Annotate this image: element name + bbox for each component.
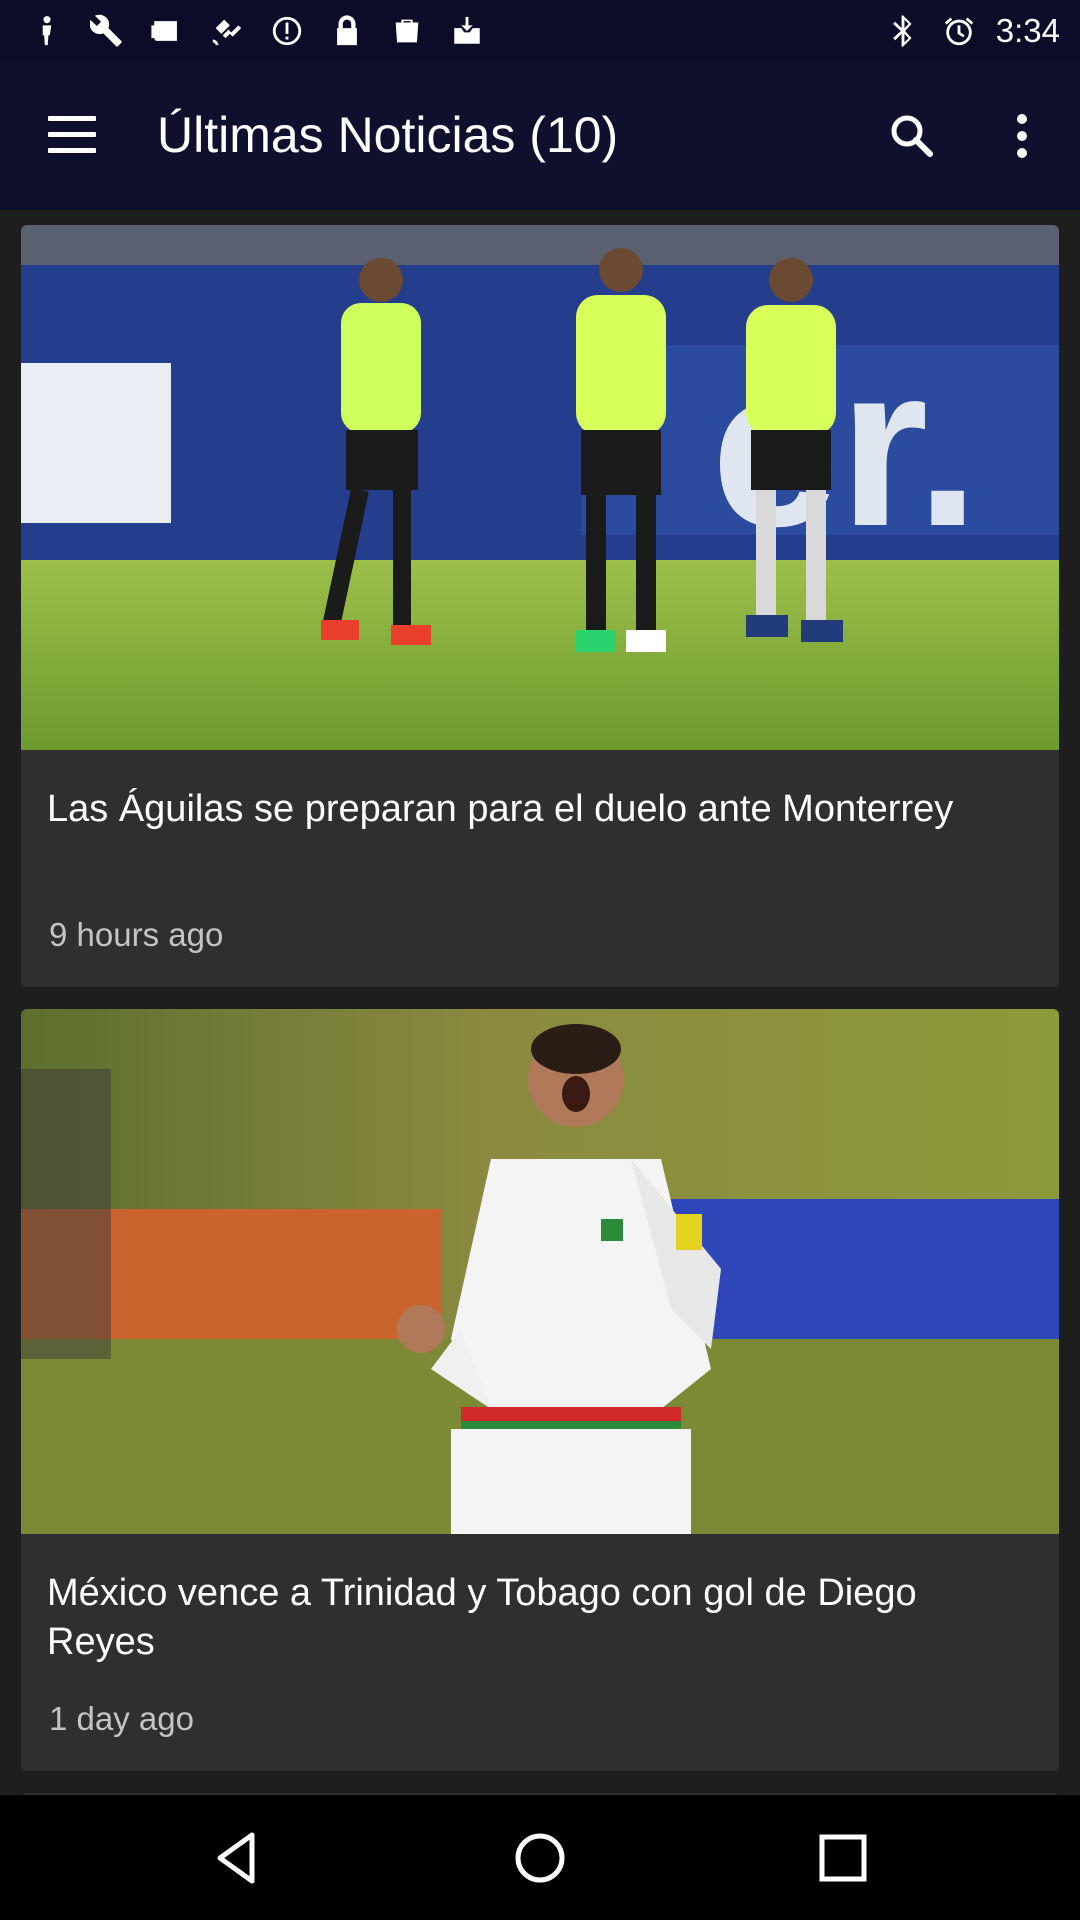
news-image[interactable]: er.: [21, 225, 1059, 750]
back-icon[interactable]: [202, 1823, 272, 1893]
news-image[interactable]: [21, 1009, 1059, 1534]
data-saver-icon: [268, 12, 306, 50]
news-card[interactable]: er. Las Águilas se preparan para el duel…: [21, 225, 1059, 987]
status-time: 3:34: [995, 12, 1060, 49]
inbox-icon: [448, 12, 486, 50]
news-time: 9 hours ago: [49, 916, 224, 953]
navigation-bar: [0, 1795, 1080, 1920]
wrench-icon: [88, 12, 126, 50]
news-card[interactable]: México vence a Trinidad y Tobago con gol…: [21, 1009, 1059, 1771]
news-title[interactable]: México vence a Trinidad y Tobago con gol…: [47, 1569, 1027, 1667]
news-time: 1 day ago: [49, 1700, 194, 1737]
bluetooth-icon: [884, 12, 922, 50]
lock-icon: [328, 12, 366, 50]
satellite-icon: [208, 12, 246, 50]
app-bar: Últimas Noticias (10): [0, 62, 1080, 210]
home-icon[interactable]: [505, 1823, 575, 1893]
alarm-icon: [940, 12, 978, 50]
more-vert-icon[interactable]: [1000, 106, 1044, 166]
page-title: Últimas Noticias (10): [157, 107, 619, 163]
person-icon: [28, 12, 66, 50]
recents-icon[interactable]: [808, 1823, 878, 1893]
hamburger-menu-icon[interactable]: [42, 110, 102, 160]
news-feed[interactable]: er. Las Águilas se preparan para el duel…: [0, 210, 1080, 1795]
newspaper-icon: [148, 12, 186, 50]
bag-icon: [388, 12, 426, 50]
status-bar: 3:34: [0, 0, 1080, 62]
search-icon[interactable]: [882, 106, 942, 166]
news-title[interactable]: Las Águilas se preparan para el duelo an…: [47, 785, 1027, 834]
